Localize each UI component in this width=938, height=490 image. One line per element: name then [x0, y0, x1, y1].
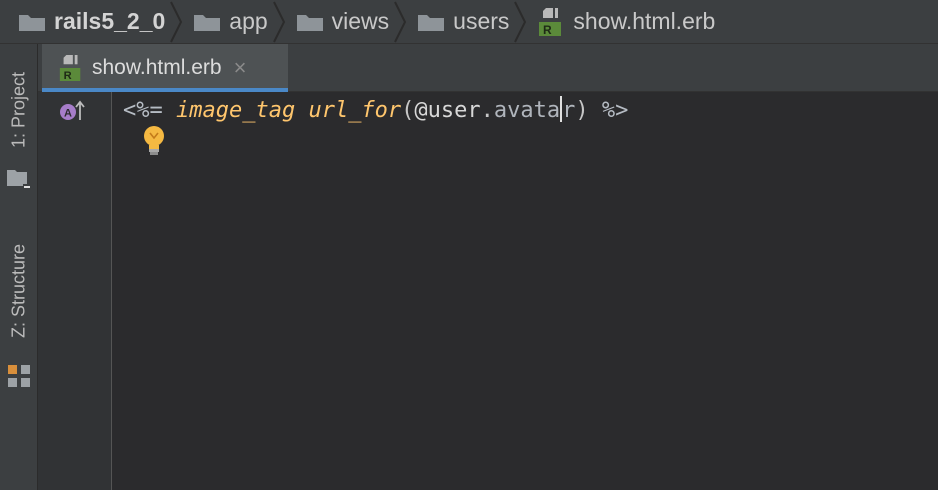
- overrides-method-icon[interactable]: A: [59, 100, 85, 122]
- erb-file-icon: R: [539, 7, 562, 37]
- project-tool-window-button[interactable]: 1: Project: [0, 58, 38, 162]
- breadcrumb-label: rails5_2_0: [54, 8, 166, 34]
- breadcrumb-separator: [272, 1, 285, 42]
- close-icon[interactable]: ×: [234, 57, 247, 79]
- erb-close-tag: %>: [588, 98, 629, 123]
- breadcrumb-separator: [170, 1, 183, 42]
- open-paren: (: [401, 98, 415, 123]
- breadcrumb-label: views: [331, 8, 390, 34]
- tab-label: show.html.erb: [92, 56, 222, 79]
- structure-icon[interactable]: [7, 364, 31, 388]
- breadcrumb-separator: [514, 1, 527, 42]
- erb-file-icon: R: [59, 55, 81, 82]
- project-folder-icon[interactable]: [7, 168, 31, 190]
- erb-badge-letter: R: [543, 23, 552, 37]
- folder-icon: [194, 14, 221, 31]
- editor-tab-bar: R show.html.erb ×: [38, 44, 938, 92]
- tab-show-html-erb[interactable]: R show.html.erb ×: [42, 44, 288, 92]
- breadcrumb-label: app: [229, 8, 268, 34]
- dot-operator: .: [480, 98, 494, 123]
- structure-tool-window-label: Z: Structure: [8, 243, 29, 339]
- attribute-before-caret: avata: [493, 98, 561, 123]
- erb-open-tag: <%=: [123, 98, 176, 123]
- code-line-1[interactable]: <%= image_tag url_for(@user.avatar) %>: [123, 96, 628, 126]
- attribute-after-caret: r: [562, 98, 576, 123]
- folder-icon: [418, 14, 445, 31]
- close-paren: ): [575, 98, 589, 123]
- folder-icon: [296, 14, 323, 31]
- editor-gutter: A: [38, 92, 112, 490]
- gutter-marker-letter: A: [64, 108, 72, 120]
- breadcrumb-item-app[interactable]: app: [193, 0, 268, 44]
- method-image-tag: image_tag: [175, 98, 296, 123]
- breadcrumb-item-show-html-erb[interactable]: R show.html.erb: [537, 0, 715, 44]
- breadcrumb-separator: [394, 1, 407, 42]
- breadcrumb-item-users[interactable]: users: [417, 0, 509, 44]
- code-editor[interactable]: <%= image_tag url_for(@user.avatar) %>: [113, 92, 938, 490]
- lightbulb-icon[interactable]: [141, 124, 167, 158]
- breadcrumb-label: show.html.erb: [573, 8, 716, 34]
- breadcrumb: rails5_2_0 app views users R show.html.e…: [0, 0, 938, 44]
- tool-window-strip: 1: Project Z: Structure: [0, 44, 38, 490]
- breadcrumb-item-views[interactable]: views: [296, 0, 390, 44]
- structure-tool-window-button[interactable]: Z: Structure: [0, 226, 38, 356]
- project-tool-window-label: 1: Project: [8, 71, 29, 149]
- folder-icon: [19, 14, 45, 31]
- instance-variable: @user: [414, 98, 481, 123]
- breadcrumb-item-rails5_2_0[interactable]: rails5_2_0: [18, 0, 165, 44]
- method-url-for: url_for: [308, 98, 402, 123]
- erb-badge-letter: R: [64, 70, 72, 82]
- breadcrumb-label: users: [453, 8, 510, 34]
